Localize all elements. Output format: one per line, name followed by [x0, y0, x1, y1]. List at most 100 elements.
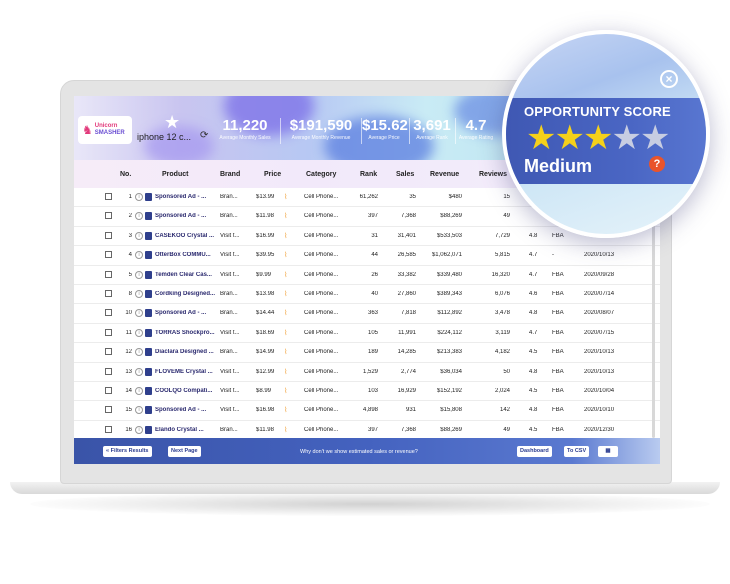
cell-brand: Bran... [220, 310, 238, 317]
table-row[interactable]: i ⌇ 8 Cordking Designed... Bran... $13.98 Cell… [74, 285, 660, 305]
trend-icon[interactable]: ⌇ [284, 290, 287, 298]
table-row[interactable]: i ⌇ 13 FLOVEME Crystal ... Visit t... $12.99 C… [74, 363, 660, 382]
cell-product[interactable]: OtterBox COMMU... [155, 252, 215, 258]
info-icon[interactable]: i [135, 328, 143, 337]
row-checkbox[interactable] [105, 406, 112, 414]
trend-icon[interactable]: ⌇ [284, 271, 287, 279]
row-checkbox[interactable] [105, 231, 112, 239]
cell-revenue: $88,269 [440, 426, 462, 433]
col-header-no[interactable]: No. [120, 171, 131, 178]
col-header-product[interactable]: Product [162, 171, 188, 178]
col-header-brand[interactable]: Brand [220, 171, 240, 178]
trend-icon[interactable]: ⌇ [284, 348, 287, 356]
table-row[interactable]: i ⌇ 12 Diaclara Designed ... Bran... $14.99 Ce… [74, 343, 660, 363]
cell-product[interactable]: Sponsored Ad - ... [155, 407, 215, 413]
col-header-sales[interactable]: Sales [396, 171, 414, 178]
cell-product[interactable]: Diaclara Designed ... [155, 349, 215, 355]
trend-icon[interactable]: ⌇ [284, 309, 287, 317]
table-row[interactable]: i ⌇ 10 Sponsored Ad - ... Bran... $14.44 Cell … [74, 304, 660, 324]
filters-results-button[interactable]: « Filters Results [103, 446, 152, 457]
cell-category: Cell Phone... [304, 388, 339, 394]
info-icon[interactable]: i [135, 387, 143, 395]
cell-rank: 397 [367, 426, 378, 433]
close-icon[interactable]: × [660, 70, 678, 88]
table-row[interactable]: i ⌇ 4 OtterBox COMMU... Visit t... $39.95 Cell… [74, 246, 660, 266]
info-icon[interactable]: i [135, 348, 143, 357]
trend-icon[interactable]: ⌇ [284, 329, 287, 337]
trend-icon[interactable]: ⌇ [284, 426, 287, 434]
col-header-rank[interactable]: Rank [360, 171, 377, 178]
cell-product[interactable]: Sponsored Ad - ... [155, 310, 215, 316]
cell-product[interactable]: Sponsored Ad - ... [155, 194, 215, 200]
info-icon[interactable]: i [135, 231, 143, 240]
info-icon[interactable]: i [135, 212, 143, 221]
cell-date: 2020/08/07 [584, 310, 615, 317]
cell-rating: 4.7 [529, 252, 538, 259]
cell-product[interactable]: Temden Clear Cas... [155, 272, 215, 278]
refresh-icon[interactable]: ⟳ [200, 130, 208, 141]
table-row[interactable]: i ⌇ 14 COOLQO Compati... Visit t... $8.99 Cell… [74, 382, 660, 402]
cell-category: Cell Phone... [304, 271, 339, 278]
info-icon[interactable]: i [135, 425, 143, 434]
cell-product[interactable]: TORRAS Shockpro... [155, 330, 215, 336]
help-icon[interactable]: ? [649, 156, 665, 172]
trend-icon[interactable]: ⌇ [284, 251, 287, 259]
dashboard-button[interactable]: Dashboard [517, 446, 552, 457]
to-csv-button[interactable]: To CSV [564, 446, 590, 457]
row-checkbox[interactable] [105, 212, 112, 220]
brand-logo: ♞ Unicorn SMASHER [78, 116, 132, 144]
cell-rating: 4.5 [529, 388, 538, 394]
cell-rating: 4.8 [529, 310, 538, 317]
trend-icon[interactable]: ⌇ [284, 406, 287, 414]
search-query: iphone 12 c... [137, 132, 192, 142]
info-icon[interactable]: i [135, 290, 143, 298]
trend-icon[interactable]: ⌇ [284, 368, 287, 376]
trend-icon[interactable]: ⌇ [284, 193, 287, 201]
row-checkbox[interactable] [105, 328, 112, 336]
col-header-revenue[interactable]: Revenue [430, 171, 459, 178]
info-icon[interactable]: i [135, 367, 143, 376]
col-header-price[interactable]: Price [264, 171, 281, 178]
cell-product[interactable]: FLOVEME Crystal ... [155, 369, 215, 375]
trend-icon[interactable]: ⌇ [284, 387, 287, 395]
cell-category: Cell Phone... [304, 291, 339, 297]
cell-product[interactable]: COOLQO Compati... [155, 388, 215, 394]
row-checkbox[interactable] [105, 270, 112, 278]
table-row[interactable]: i ⌇ 5 Temden Clear Cas... Visit t... $9.99 Cel… [74, 266, 660, 285]
cell-rating: 4.8 [529, 232, 538, 239]
info-icon[interactable]: i [135, 309, 143, 318]
table-row[interactable]: i ⌇ 11 TORRAS Shockpro... Visit t... $18.69 Ce… [74, 324, 660, 344]
info-icon[interactable]: i [135, 406, 143, 415]
row-checkbox[interactable] [105, 367, 112, 375]
col-header-category[interactable]: Category [306, 171, 336, 178]
favorite-star-icon[interactable]: ★ [164, 112, 180, 133]
row-checkbox[interactable] [105, 290, 112, 297]
opportunity-rating-stars: ★★★★★ [526, 120, 670, 156]
info-icon[interactable]: i [135, 270, 143, 279]
row-checkbox[interactable] [105, 193, 112, 200]
info-icon[interactable]: i [135, 193, 143, 201]
cell-product[interactable]: Cordking Designed... [155, 291, 215, 297]
chart-icon[interactable]: ▦ [598, 446, 618, 457]
row-checkbox[interactable] [105, 251, 112, 259]
trend-icon[interactable]: ⌇ [284, 232, 287, 240]
row-checkbox[interactable] [105, 348, 112, 356]
stat-avg-rating: 4.7 Average Rating [457, 118, 495, 143]
cell-product[interactable]: Sponsored Ad - ... [155, 213, 215, 219]
row-checkbox[interactable] [105, 309, 112, 317]
next-page-button[interactable]: Next Page [168, 446, 201, 457]
cell-seller: FBA [552, 310, 564, 317]
cell-revenue: $480 [448, 194, 462, 200]
col-header-reviews[interactable]: Reviews [479, 171, 507, 178]
cell-rating: 4.7 [529, 329, 538, 336]
estimate-info-link[interactable]: Why don't we show estimated sales or rev… [300, 449, 418, 455]
cell-brand: Visit t... [220, 368, 240, 375]
cell-product[interactable]: Elando Crystal ... [155, 427, 215, 433]
row-checkbox[interactable] [105, 425, 112, 433]
info-icon[interactable]: i [135, 251, 143, 260]
trend-icon[interactable]: ⌇ [284, 212, 287, 220]
table-row[interactable]: i ⌇ 15 Sponsored Ad - ... Visit t... $16.98 Ce… [74, 401, 660, 421]
cell-rank: 61,262 [359, 194, 378, 200]
row-checkbox[interactable] [105, 387, 112, 394]
cell-product[interactable]: CASEKOO Crystal ... [155, 233, 215, 239]
